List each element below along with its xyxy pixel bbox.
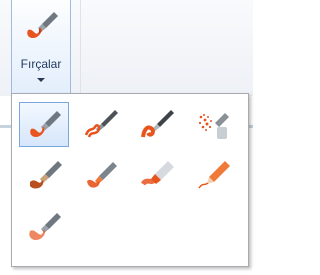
brushes-button[interactable]: Fırçalar — [11, 0, 71, 94]
brushes-grid — [19, 102, 244, 249]
oil-brush-icon — [30, 161, 62, 189]
brush-option-marker[interactable] — [131, 153, 181, 198]
natural-pencil-icon — [198, 161, 230, 189]
brush-option-calligraphy-1[interactable] — [75, 102, 125, 147]
brush-option-brush[interactable] — [19, 102, 69, 147]
marker-icon — [140, 161, 174, 186]
brush-icon — [30, 111, 61, 137]
brush-option-calligraphy-2[interactable] — [131, 102, 181, 147]
brush-option-natural-pencil[interactable] — [187, 153, 237, 198]
brush-option-oil-brush[interactable] — [19, 153, 69, 198]
brush-option-watercolor[interactable] — [19, 204, 69, 249]
brush-icon — [27, 12, 58, 38]
ribbon-group-divider — [80, 0, 81, 94]
watercolor-brush-icon — [29, 213, 61, 240]
chevron-down-icon — [37, 78, 45, 82]
calligraphy-pen-2-icon — [141, 110, 174, 138]
brushes-label: Fırçalar — [20, 57, 62, 71]
calligraphy-pen-icon — [84, 110, 118, 138]
brush-option-crayon[interactable] — [75, 153, 125, 198]
brushes-dropdown-menu — [11, 93, 249, 267]
crayon-icon — [87, 162, 117, 188]
airbrush-icon — [198, 113, 229, 139]
brush-option-airbrush[interactable] — [187, 102, 237, 147]
